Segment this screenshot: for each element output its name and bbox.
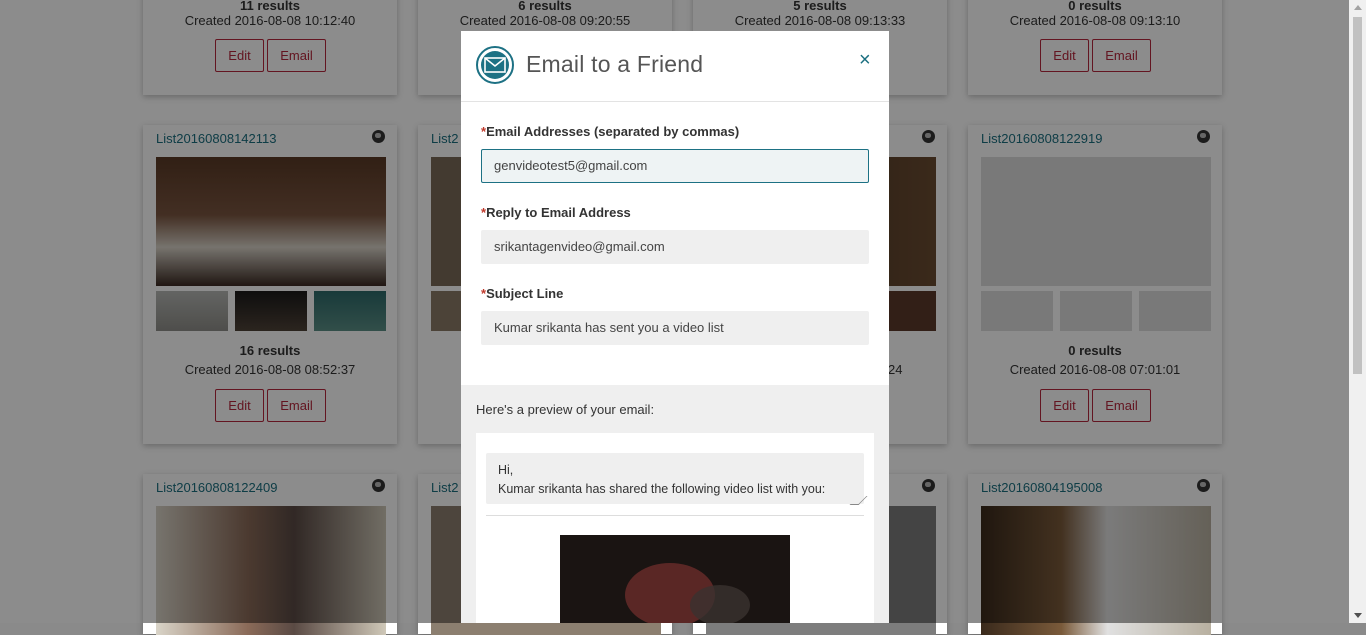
preview-label: Here's a preview of your email: [476, 402, 655, 417]
email-friend-dialog: Email to a Friend × *Email Addresses (se… [461, 31, 889, 623]
close-icon[interactable]: × [859, 50, 871, 70]
divider [486, 515, 864, 516]
email-preview: Hi, Kumar srikanta has shared the follow… [476, 433, 874, 623]
dialog-header: Email to a Friend × [461, 31, 889, 102]
video-thumbnail [560, 535, 790, 623]
email-preview-section: Here's a preview of your email: Hi, Kuma… [461, 385, 889, 623]
scroll-up-icon[interactable] [1354, 5, 1362, 10]
envelope-icon [476, 46, 514, 84]
dialog-title: Email to a Friend [526, 51, 704, 77]
scroll-down-icon[interactable] [1354, 613, 1362, 618]
email-addresses-input[interactable]: genvideotest5@gmail.com [481, 149, 869, 183]
subject-line-input[interactable]: Kumar srikanta has sent you a video list [481, 311, 869, 345]
email-addresses-label: *Email Addresses (separated by commas) [481, 124, 740, 139]
scrollbar-thumb[interactable] [1353, 17, 1362, 374]
subject-line-label: *Subject Line [481, 286, 564, 301]
reply-to-label: *Reply to Email Address [481, 205, 631, 220]
reply-to-input[interactable]: srikantagenvideo@gmail.com [481, 230, 869, 264]
page-scrollbar[interactable] [1349, 0, 1366, 623]
preview-message-textarea[interactable]: Hi, Kumar srikanta has shared the follow… [486, 453, 864, 504]
